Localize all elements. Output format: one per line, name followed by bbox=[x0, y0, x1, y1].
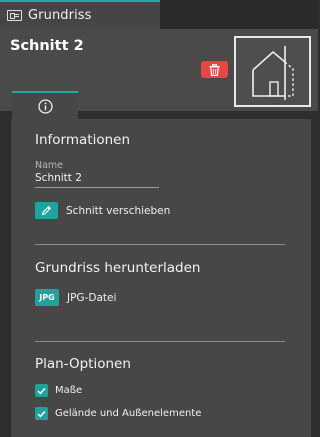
check-icon bbox=[37, 387, 46, 394]
section-thumbnail[interactable] bbox=[234, 36, 311, 107]
download-jpg-button[interactable]: JPG JPG-Datei bbox=[35, 289, 116, 306]
option-label: Maße bbox=[55, 385, 83, 396]
divider bbox=[35, 341, 285, 342]
name-label: Name bbox=[35, 160, 64, 171]
jpg-label: JPG-Datei bbox=[67, 291, 117, 304]
checkbox-gelaende[interactable] bbox=[35, 407, 48, 420]
section-title-plan-options: Plan-Optionen bbox=[35, 356, 131, 372]
option-gelaende[interactable]: Gelände und Außenelemente bbox=[35, 407, 201, 420]
move-button-icon-wrap bbox=[35, 202, 58, 219]
move-section-button[interactable]: Schnitt verschieben bbox=[35, 202, 170, 219]
trash-icon bbox=[209, 63, 220, 76]
divider bbox=[35, 244, 285, 245]
tab-info[interactable] bbox=[12, 91, 78, 119]
option-masse[interactable]: Maße bbox=[35, 384, 82, 397]
option-label: Gelände und Außenelemente bbox=[55, 408, 202, 419]
move-button-label: Schnitt verschieben bbox=[66, 204, 171, 217]
checkbox-masse[interactable] bbox=[35, 384, 48, 397]
section-title-download: Grundriss herunterladen bbox=[35, 260, 201, 276]
section-title-informationen: Informationen bbox=[35, 132, 131, 148]
house-section-icon bbox=[251, 45, 294, 100]
properties-panel: Informationen Name Schnitt 2 Schnitt ver… bbox=[11, 119, 311, 437]
top-tab-bar: Grundriss bbox=[0, 0, 318, 29]
check-icon bbox=[37, 410, 46, 417]
info-icon bbox=[37, 98, 53, 114]
floorplan-icon bbox=[7, 10, 22, 21]
name-field[interactable]: Schnitt 2 bbox=[35, 172, 159, 188]
tab-grundriss[interactable]: Grundriss bbox=[0, 0, 160, 29]
tab-label: Grundriss bbox=[28, 8, 92, 23]
pencil-icon bbox=[41, 205, 52, 216]
jpg-badge: JPG bbox=[35, 289, 59, 306]
page-title: Schnitt 2 bbox=[10, 38, 84, 54]
delete-button[interactable] bbox=[201, 61, 228, 78]
